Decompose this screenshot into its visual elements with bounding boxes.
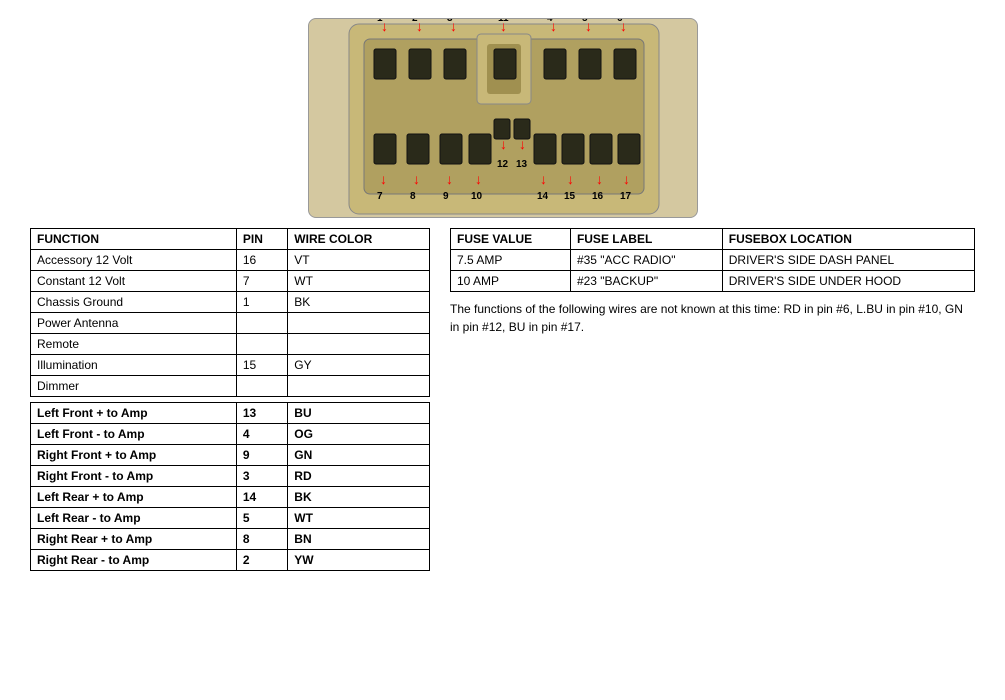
cell-pin: 7 — [236, 271, 287, 292]
left-table-container: FUNCTION PIN WIRE COLOR Accessory 12 Vol… — [30, 228, 430, 571]
cell-function: Right Rear + to Amp — [31, 529, 237, 550]
svg-text:↓: ↓ — [596, 171, 603, 187]
cell-pin: 2 — [236, 550, 287, 571]
cell-color: WT — [288, 271, 430, 292]
cell-pin: 1 — [236, 292, 287, 313]
cell-pin — [236, 313, 287, 334]
cell-pin: 9 — [236, 445, 287, 466]
svg-text:2: 2 — [412, 19, 418, 24]
svg-text:3: 3 — [447, 19, 453, 24]
cell-function: Right Front - to Amp — [31, 466, 237, 487]
cell-color: OG — [288, 424, 430, 445]
svg-text:7: 7 — [377, 191, 383, 202]
cell-function: Accessory 12 Volt — [31, 250, 237, 271]
cell-color — [288, 313, 430, 334]
svg-text:9: 9 — [443, 191, 449, 202]
cell-function: Left Rear + to Amp — [31, 487, 237, 508]
cell-fusebox-location: DRIVER'S SIDE DASH PANEL — [722, 250, 974, 271]
cell-pin: 3 — [236, 466, 287, 487]
col-function: FUNCTION — [31, 229, 237, 250]
svg-text:5: 5 — [582, 19, 588, 24]
cell-color: RD — [288, 466, 430, 487]
cell-fusebox-location: DRIVER'S SIDE UNDER HOOD — [722, 271, 974, 292]
svg-text:↓: ↓ — [623, 171, 630, 187]
cell-function: Dimmer — [31, 376, 237, 397]
svg-text:17: 17 — [620, 191, 632, 202]
svg-text:↓: ↓ — [380, 171, 387, 187]
right-section: FUSE VALUE FUSE LABEL FUSEBOX LOCATION 7… — [450, 228, 975, 571]
cell-pin — [236, 334, 287, 355]
col-pin: PIN — [236, 229, 287, 250]
svg-text:13: 13 — [516, 159, 528, 170]
cell-color: BU — [288, 403, 430, 424]
svg-text:↓: ↓ — [413, 171, 420, 187]
connector-diagram: ↓ ↓ ↓ ↓ ↓ ↓ ↓ ↓ ↓ ↓ ↓ ↓ ↓ ↓ ↓ ↓ ↓ 1 2 3 … — [308, 18, 698, 218]
cell-function: Remote — [31, 334, 237, 355]
cell-pin: 5 — [236, 508, 287, 529]
cell-function: Power Antenna — [31, 313, 237, 334]
tables-container: FUNCTION PIN WIRE COLOR Accessory 12 Vol… — [10, 228, 995, 571]
svg-text:8: 8 — [410, 191, 416, 202]
cell-color: GY — [288, 355, 430, 376]
cell-pin: 15 — [236, 355, 287, 376]
cell-function: Chassis Ground — [31, 292, 237, 313]
cell-color: WT — [288, 508, 430, 529]
cell-color: VT — [288, 250, 430, 271]
note-text: The functions of the following wires are… — [450, 300, 975, 336]
cell-color: GN — [288, 445, 430, 466]
svg-text:↓: ↓ — [475, 171, 482, 187]
cell-fuse-value: 10 AMP — [451, 271, 571, 292]
cell-pin: 8 — [236, 529, 287, 550]
cell-pin: 16 — [236, 250, 287, 271]
svg-text:14: 14 — [537, 191, 549, 202]
connector-svg: ↓ ↓ ↓ ↓ ↓ ↓ ↓ ↓ ↓ ↓ ↓ ↓ ↓ ↓ ↓ ↓ ↓ 1 2 3 … — [309, 19, 699, 219]
cell-color: BN — [288, 529, 430, 550]
svg-text:10: 10 — [471, 191, 483, 202]
svg-text:15: 15 — [564, 191, 576, 202]
cell-pin: 14 — [236, 487, 287, 508]
svg-text:↓: ↓ — [500, 136, 507, 152]
cell-function: Constant 12 Volt — [31, 271, 237, 292]
svg-text:12: 12 — [497, 159, 509, 170]
function-table: FUNCTION PIN WIRE COLOR Accessory 12 Vol… — [30, 228, 430, 571]
cell-function: Left Front + to Amp — [31, 403, 237, 424]
svg-text:6: 6 — [617, 19, 623, 24]
cell-fuse-label: #35 "ACC RADIO" — [570, 250, 722, 271]
fuse-table: FUSE VALUE FUSE LABEL FUSEBOX LOCATION 7… — [450, 228, 975, 292]
cell-pin: 13 — [236, 403, 287, 424]
svg-text:↓: ↓ — [519, 136, 526, 152]
col-fusebox-location: FUSEBOX LOCATION — [722, 229, 974, 250]
cell-color: BK — [288, 487, 430, 508]
svg-text:↓: ↓ — [540, 171, 547, 187]
svg-text:↓: ↓ — [567, 171, 574, 187]
col-fuse-label: FUSE LABEL — [570, 229, 722, 250]
cell-color — [288, 334, 430, 355]
cell-color: BK — [288, 292, 430, 313]
page: ↓ ↓ ↓ ↓ ↓ ↓ ↓ ↓ ↓ ↓ ↓ ↓ ↓ ↓ ↓ ↓ ↓ 1 2 3 … — [0, 0, 1005, 700]
cell-fuse-label: #23 "BACKUP" — [570, 271, 722, 292]
cell-function: Left Rear - to Amp — [31, 508, 237, 529]
cell-function: Left Front - to Amp — [31, 424, 237, 445]
cell-fuse-value: 7.5 AMP — [451, 250, 571, 271]
svg-text:11: 11 — [498, 19, 509, 24]
cell-pin: 4 — [236, 424, 287, 445]
svg-text:↓: ↓ — [446, 171, 453, 187]
cell-function: Right Front + to Amp — [31, 445, 237, 466]
svg-text:16: 16 — [592, 191, 604, 202]
col-fuse-value: FUSE VALUE — [451, 229, 571, 250]
cell-pin — [236, 376, 287, 397]
cell-color — [288, 376, 430, 397]
cell-function: Illumination — [31, 355, 237, 376]
cell-color: YW — [288, 550, 430, 571]
cell-function: Right Rear - to Amp — [31, 550, 237, 571]
col-color: WIRE COLOR — [288, 229, 430, 250]
svg-text:4: 4 — [547, 19, 553, 24]
svg-text:1: 1 — [377, 19, 383, 24]
